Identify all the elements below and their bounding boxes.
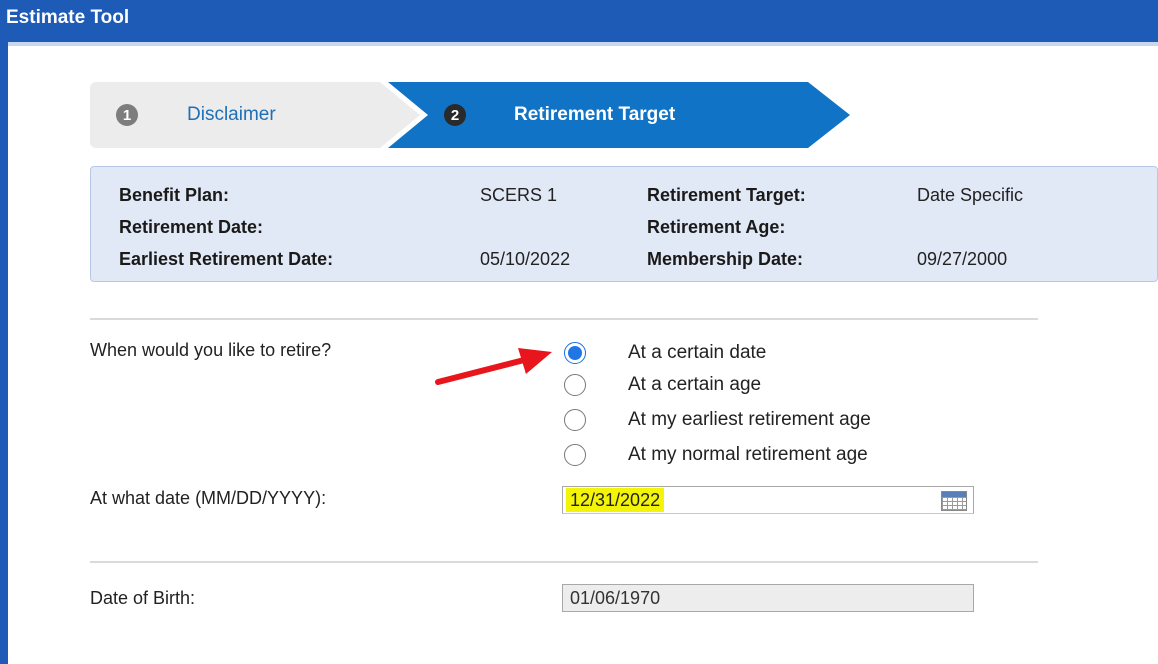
radio-option-certain-age[interactable]: At a certain age: [564, 370, 761, 400]
benefit-plan-label: Benefit Plan:: [119, 185, 230, 205]
step-number-badge: 2: [444, 104, 466, 126]
radio-button[interactable]: [564, 444, 586, 466]
summary-row: Retirement Date: Retirement Age:: [119, 217, 1158, 245]
radio-button[interactable]: [564, 409, 586, 431]
calendar-icon[interactable]: [941, 491, 967, 511]
radio-label: At a certain date: [628, 342, 767, 363]
retirement-date-label: Retirement Date:: [119, 217, 264, 237]
benefit-plan-value: SCERS 1: [480, 185, 558, 205]
earliest-retirement-date-label: Earliest Retirement Date:: [119, 249, 334, 269]
retirement-date-input[interactable]: 12/31/2022: [562, 486, 974, 514]
step-disclaimer[interactable]: 1 Disclaimer: [90, 82, 420, 148]
annotation-arrow-icon: [435, 348, 552, 385]
membership-date-label: Membership Date:: [647, 249, 804, 269]
section-divider: [90, 318, 1038, 320]
date-of-birth-field: 01/06/1970: [562, 584, 974, 612]
radio-option-normal-age[interactable]: At my normal retirement age: [564, 440, 868, 470]
window-title: Estimate Tool: [0, 0, 1158, 42]
wizard-steps: 1 Disclaimer 2 Retirement Target: [90, 82, 850, 148]
earliest-retirement-date-value: 05/10/2022: [480, 249, 571, 269]
retirement-date-value-text: 12/31/2022: [566, 488, 665, 512]
step-label: Disclaimer: [187, 104, 276, 125]
window-left-border: [0, 42, 8, 664]
date-label: At what date (MM/DD/YYYY):: [90, 488, 327, 508]
retire-question-label: When would you like to retire?: [90, 340, 332, 360]
section-divider: [90, 561, 1038, 563]
radio-option-certain-date[interactable]: At a certain date: [564, 338, 766, 368]
radio-button[interactable]: [564, 342, 586, 364]
membership-date-value: 09/27/2000: [917, 249, 1008, 269]
summary-row: Earliest Retirement Date: 05/10/2022 Mem…: [119, 249, 1158, 277]
radio-button[interactable]: [564, 374, 586, 396]
radio-option-earliest-age[interactable]: At my earliest retirement age: [564, 405, 871, 435]
retirement-target-label: Retirement Target:: [647, 185, 806, 205]
titlebar-divider: [0, 42, 1158, 46]
radio-label: At a certain age: [628, 374, 762, 395]
summary-panel: Benefit Plan: SCERS 1 Retirement Target:…: [90, 166, 1158, 282]
retirement-target-value: Date Specific: [917, 185, 1024, 205]
step-label: Retirement Target: [514, 104, 676, 125]
dob-label: Date of Birth:: [90, 588, 196, 608]
summary-row: Benefit Plan: SCERS 1 Retirement Target:…: [119, 185, 1158, 213]
radio-label: At my normal retirement age: [628, 444, 868, 465]
step-number-badge: 1: [116, 104, 138, 126]
retirement-age-label: Retirement Age:: [647, 217, 786, 237]
radio-label: At my earliest retirement age: [628, 409, 871, 430]
step-retirement-target[interactable]: 2 Retirement Target: [388, 82, 850, 148]
